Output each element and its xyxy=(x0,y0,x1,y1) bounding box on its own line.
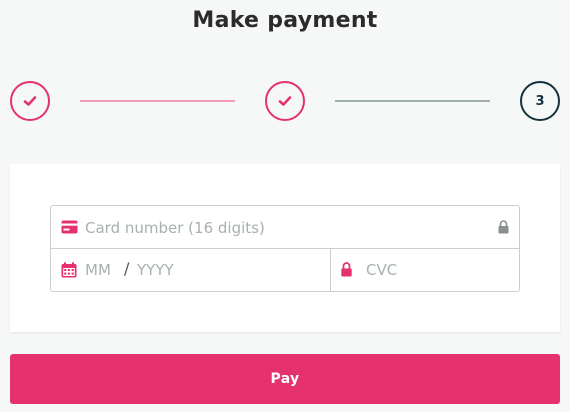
expiry-cell: / xyxy=(51,249,331,291)
payment-page: Make payment 3 Card number (16 digits) M… xyxy=(0,0,570,412)
step-2-completed xyxy=(265,81,305,121)
cvc-input[interactable] xyxy=(366,259,506,281)
lock-icon xyxy=(341,262,352,277)
expiry-separator: / xyxy=(124,259,130,278)
card-number-input[interactable] xyxy=(85,217,480,239)
step-3-current: 3 xyxy=(520,81,560,121)
credit-card-icon xyxy=(61,220,78,234)
calendar-icon xyxy=(61,262,77,278)
cvc-cell xyxy=(331,249,519,291)
page-title: Make payment xyxy=(192,8,378,33)
step-3-number: 3 xyxy=(535,93,545,109)
card-fields-group: / xyxy=(50,205,520,292)
expiry-cvc-row: / xyxy=(51,249,519,291)
checkmark-icon xyxy=(23,96,37,106)
card-details-panel: / xyxy=(10,164,560,332)
lock-icon xyxy=(498,220,509,234)
pay-button[interactable]: Pay xyxy=(10,354,560,404)
expiry-month-input[interactable] xyxy=(85,259,121,281)
card-number-row xyxy=(51,206,519,249)
step-connector-2 xyxy=(335,100,490,102)
expiry-year-input[interactable] xyxy=(137,259,257,281)
step-1-completed xyxy=(10,81,50,121)
step-connector-1 xyxy=(80,100,235,102)
checkmark-icon xyxy=(278,96,292,106)
